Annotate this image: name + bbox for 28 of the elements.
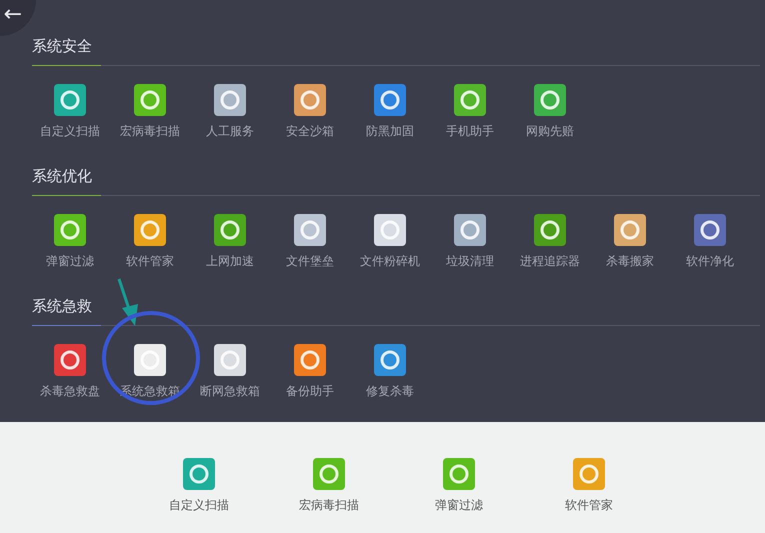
tool-label[interactable]: 软件管家	[565, 497, 613, 513]
tool-label[interactable]: 垃圾清理	[446, 253, 494, 269]
tool-label[interactable]: 自定义扫描	[40, 123, 100, 139]
tool-label[interactable]: 手机助手	[446, 123, 494, 139]
tool-label[interactable]: 软件管家	[126, 253, 174, 269]
tool-label[interactable]: 文件粉碎机	[360, 253, 420, 269]
tool-label[interactable]: 修复杀毒	[366, 383, 414, 399]
tool-label[interactable]: 防黑加固	[366, 123, 414, 139]
tool-label[interactable]: 宏病毒扫描	[299, 497, 359, 513]
tool-label[interactable]: 安全沙箱	[286, 123, 334, 139]
tool-label[interactable]: 杀毒搬家	[606, 253, 654, 269]
tool-label[interactable]: 人工服务	[206, 123, 254, 139]
tool-label[interactable]: 网购先赔	[526, 123, 574, 139]
tool-label[interactable]: 软件净化	[686, 253, 734, 269]
tool-label[interactable]: 上网加速	[206, 253, 254, 269]
section-title: 系统优化	[32, 167, 92, 185]
tool-label[interactable]: 备份助手	[286, 383, 334, 399]
tool-label[interactable]: 文件堡垒	[286, 253, 334, 269]
tool-label[interactable]: 自定义扫描	[169, 497, 229, 513]
tool-label[interactable]: 宏病毒扫描	[120, 123, 180, 139]
tool-label[interactable]: 断网急救箱	[200, 383, 260, 399]
section-title: 系统安全	[32, 37, 92, 55]
tool-label[interactable]: 弹窗过滤	[435, 497, 483, 513]
tool-label[interactable]: 弹窗过滤	[46, 253, 94, 269]
tool-label[interactable]: 杀毒急救盘	[40, 383, 100, 399]
section-title: 系统急救	[32, 297, 92, 315]
annotation-arrow	[118, 278, 138, 326]
tool-label[interactable]: 进程追踪器	[520, 253, 580, 269]
